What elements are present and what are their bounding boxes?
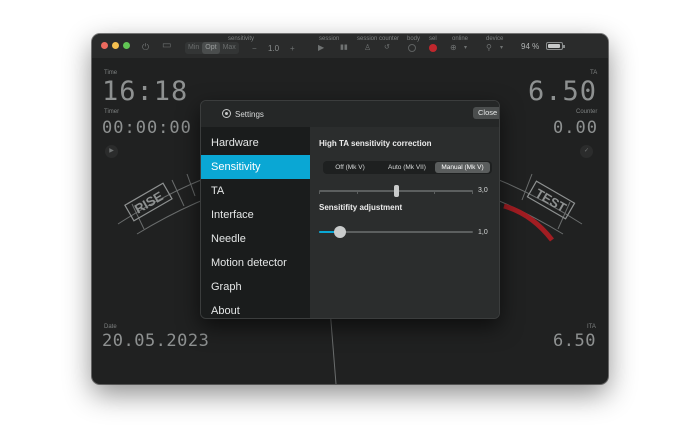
- sidebar-item-motion-detector[interactable]: Motion detector: [201, 251, 310, 275]
- correction-tick-5: [472, 191, 473, 194]
- gauge-tick-right-1: [521, 173, 533, 201]
- mode-auto-option[interactable]: Auto (Mk VII): [380, 162, 434, 173]
- mode-manual-option[interactable]: Manual (Mk V): [435, 162, 490, 173]
- date-value: 20.05.2023: [102, 331, 210, 351]
- settings-dialog: Settings Close Hardware Sensitivity TA I…: [200, 100, 500, 319]
- correction-tick-1: [319, 191, 320, 194]
- app-window: ⏻ ▭ sensitivity Min Opt Max − 1.0 + sess…: [92, 34, 608, 384]
- sidebar-item-needle[interactable]: Needle: [201, 227, 310, 251]
- sidebar-item-hardware[interactable]: Hardware: [201, 131, 310, 155]
- ita-label: ITA: [587, 324, 596, 330]
- correction-tick-2: [357, 191, 358, 194]
- gear-icon: [222, 109, 231, 118]
- sidebar-item-about[interactable]: About: [201, 299, 310, 318]
- adjustment-slider-knob[interactable]: [334, 226, 347, 238]
- correction-section-title: High TA sensitivity correction: [319, 139, 432, 148]
- gauge-tick-left-2: [171, 179, 185, 207]
- sidebar-item-sensitivity[interactable]: Sensitivity: [201, 155, 310, 179]
- adjustment-value: 1,0: [478, 229, 488, 236]
- settings-title: Settings: [235, 110, 264, 119]
- settings-header: Settings Close: [201, 101, 499, 127]
- close-button[interactable]: Close: [473, 107, 499, 119]
- mode-off-option[interactable]: Off (Mk V): [324, 162, 376, 173]
- correction-slider-knob[interactable]: [393, 185, 399, 197]
- adjustment-section-title: Sensitifity adjustment: [319, 203, 403, 212]
- correction-mode-selector[interactable]: Off (Mk V) Auto (Mk VII) Manual (Mk V): [323, 161, 492, 174]
- correction-slider[interactable]: [319, 185, 473, 197]
- sidebar-item-graph[interactable]: Graph: [201, 275, 310, 299]
- ita-value: 6.50: [553, 331, 596, 351]
- adjustment-slider[interactable]: [319, 226, 473, 238]
- sidebar-item-interface[interactable]: Interface: [201, 203, 310, 227]
- settings-sidebar: Hardware Sensitivity TA Interface Needle…: [201, 127, 310, 318]
- correction-value: 3,0: [478, 187, 488, 194]
- correction-tick-4: [434, 191, 435, 194]
- date-label: Date: [104, 324, 117, 330]
- sidebar-item-ta[interactable]: TA: [201, 179, 310, 203]
- sensitivity-panel: High TA sensitivity correction Off (Mk V…: [310, 127, 499, 318]
